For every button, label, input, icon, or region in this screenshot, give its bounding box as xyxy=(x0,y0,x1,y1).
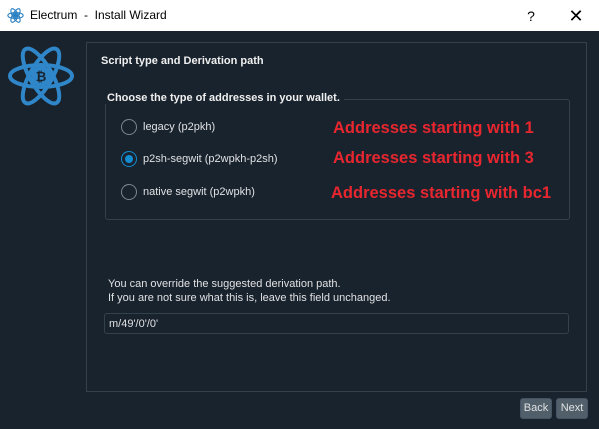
derivation-path-input[interactable] xyxy=(104,313,569,334)
radio-label: native segwit (p2wpkh) xyxy=(143,186,255,198)
radio-label: legacy (p2pkh) xyxy=(143,121,216,133)
annotation-p2sh: Addresses starting with 3 xyxy=(333,149,534,167)
annotation-legacy: Addresses starting with 1 xyxy=(333,119,534,137)
derivation-hint-line1: You can override the suggested derivatio… xyxy=(108,278,341,290)
annotation-native: Addresses starting with bc1 xyxy=(331,184,552,202)
title-bar: Electrum - Install Wizard ? ✕ xyxy=(0,0,599,31)
radio-legacy[interactable]: legacy (p2pkh) xyxy=(121,118,215,136)
derivation-hint-line2: If you are not sure what this is, leave … xyxy=(108,292,391,304)
electrum-app-icon xyxy=(7,8,24,23)
next-button[interactable]: Next xyxy=(556,398,588,419)
radio-p2sh-segwit[interactable]: p2sh-segwit (p2wpkh-p2sh) xyxy=(121,150,278,168)
help-button[interactable]: ? xyxy=(521,6,541,26)
address-type-group-title: Choose the type of addresses in your wal… xyxy=(103,92,344,104)
radio-button[interactable] xyxy=(121,119,137,135)
window-title: Electrum - Install Wizard xyxy=(30,8,167,22)
radio-button-selected[interactable] xyxy=(121,151,137,167)
radio-button[interactable] xyxy=(121,184,137,200)
svg-text:₿: ₿ xyxy=(36,70,47,85)
radio-label: p2sh-segwit (p2wpkh-p2sh) xyxy=(143,153,278,165)
radio-native-segwit[interactable]: native segwit (p2wpkh) xyxy=(121,183,255,201)
electrum-logo-icon: ₿ xyxy=(8,46,74,106)
page-title: Script type and Derivation path xyxy=(101,55,264,67)
close-button[interactable]: ✕ xyxy=(565,5,587,27)
back-button[interactable]: Back xyxy=(520,398,552,419)
